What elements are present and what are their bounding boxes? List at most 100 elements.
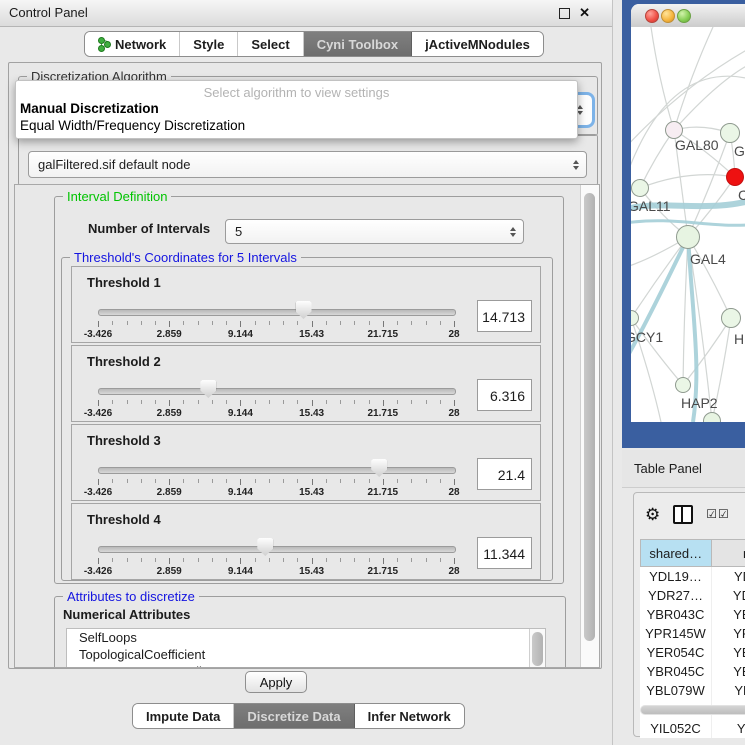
table-row[interactable]: YBR043CYBR0	[641, 605, 745, 624]
network-node-gal11[interactable]	[631, 179, 649, 197]
slider-tick	[183, 321, 184, 325]
apply-button[interactable]: Apply	[245, 671, 307, 693]
threshold-label: Threshold 3	[87, 433, 161, 448]
table-cell[interactable]: YER054C	[641, 643, 712, 662]
table-cell[interactable]: YDR2	[711, 586, 745, 605]
network-node-gal4[interactable]	[676, 225, 700, 249]
table-cell[interactable]: YDR27…	[641, 586, 712, 605]
slider-thumb[interactable]	[257, 538, 273, 556]
tab-impute-data[interactable]: Impute Data	[133, 704, 234, 728]
threshold-value-field[interactable]: 6.316	[477, 379, 532, 411]
table-cell[interactable]: YPR1	[711, 624, 745, 643]
slider-tick	[269, 479, 270, 483]
slider-tick	[340, 558, 341, 562]
attribute-list-item[interactable]: SelfLoops	[67, 629, 545, 646]
table-data-combobox[interactable]: galFiltered.sif default node	[28, 151, 587, 178]
slider-tick	[155, 558, 156, 562]
tab-style[interactable]: Style	[180, 32, 238, 56]
table-data-value: galFiltered.sif default node	[38, 157, 190, 172]
slider-tick-label: 21.715	[368, 408, 399, 419]
columns-icon[interactable]	[673, 505, 693, 524]
num-intervals-combobox[interactable]: 5	[225, 219, 524, 244]
zoom-traffic-light-icon[interactable]	[677, 9, 691, 23]
slider-tick	[269, 321, 270, 325]
table-cell[interactable]: YER0	[711, 643, 745, 662]
tab-select[interactable]: Select	[238, 32, 303, 56]
table-cell[interactable]: YIL052C	[641, 719, 712, 738]
numerical-attributes-list[interactable]: SelfLoopsTopologicalCoefficientBetweenne…	[66, 628, 546, 668]
tab-discretize-data[interactable]: Discretize Data	[234, 704, 354, 728]
table-row[interactable]: YDR27…YDR2	[641, 586, 745, 605]
threshold-value-field[interactable]: 11.344	[477, 537, 532, 569]
slider-thumb[interactable]	[296, 301, 312, 319]
slider-tick-label: 28	[448, 408, 459, 419]
table-row[interactable]: YDL19…YDL1	[641, 567, 745, 587]
slider-tick	[112, 321, 113, 325]
node-label: GAL80	[675, 137, 719, 153]
close-traffic-light-icon[interactable]	[645, 9, 659, 23]
tab-jactivemnodules[interactable]: jActiveMNodules	[412, 32, 543, 56]
table-row[interactable]: YIL052CYIL0	[641, 719, 745, 738]
threshold-slider[interactable]: -3.4262.8599.14415.4321.71528	[98, 534, 454, 580]
tab-infer-network[interactable]: Infer Network	[355, 704, 464, 728]
table-row[interactable]: YBL079WYBL0	[641, 681, 745, 700]
table-row[interactable]: YBR045CYBR0	[641, 662, 745, 681]
slider-tick	[326, 479, 327, 483]
slider-tick	[411, 321, 412, 325]
slider-thumb[interactable]	[371, 459, 387, 477]
table-cell[interactable]: YBR045C	[641, 662, 712, 681]
slider-track[interactable]	[98, 467, 456, 474]
table-cell[interactable]: YBR0	[711, 605, 745, 624]
threshold-value-field[interactable]: 14.713	[477, 300, 532, 332]
table-cell[interactable]: YDL19…	[641, 567, 712, 587]
algorithm-option[interactable]: Manual Discretization	[16, 100, 577, 117]
close-window-icon[interactable]: ✕	[579, 8, 590, 18]
table-cell[interactable]: YBL0	[711, 681, 745, 700]
float-window-icon[interactable]	[559, 8, 570, 19]
slider-track[interactable]	[98, 388, 456, 395]
table-cell[interactable]: YDL1	[711, 567, 745, 587]
minimize-traffic-light-icon[interactable]	[661, 9, 675, 23]
table-cell[interactable]: YBR0	[711, 662, 745, 681]
slider-tick-label: -3.426	[84, 408, 112, 419]
settings-vertical-scrollbar[interactable]	[580, 185, 599, 667]
attributes-list-scrollbar[interactable]	[529, 629, 545, 668]
threshold-slider[interactable]: -3.4262.8599.14415.4321.71528	[98, 297, 454, 343]
threshold-value-field[interactable]: 21.4	[477, 458, 532, 490]
slider-tick-label: 2.859	[157, 408, 182, 419]
table-column-header[interactable]: shared…	[641, 540, 712, 567]
slider-tick	[383, 558, 384, 564]
slider-track[interactable]	[98, 309, 456, 316]
checkbox-icons[interactable]: ☑☑	[706, 507, 730, 521]
network-node-g[interactable]	[720, 123, 740, 143]
table-column-header[interactable]: na	[711, 540, 745, 567]
slider-tick	[326, 400, 327, 404]
slider-tick	[383, 400, 384, 406]
slider-tick	[297, 400, 298, 404]
network-canvas[interactable]: GAL80G.CGAL11GAL4GCY1HHAP2	[631, 27, 745, 422]
network-node-hap2[interactable]	[675, 377, 691, 393]
table-cell[interactable]: YBL079W	[641, 681, 712, 700]
network-node-h[interactable]	[721, 308, 741, 328]
table-cell[interactable]: YBR043C	[641, 605, 712, 624]
threshold-panel-3: Threshold 3 -3.4262.8599.14415.4321.71528…	[71, 424, 541, 501]
tab-label: Style	[193, 37, 224, 52]
attribute-list-item[interactable]: BetweennessCentrality	[67, 663, 545, 668]
table-row[interactable]: YER054CYER0	[641, 643, 745, 662]
slider-tick	[397, 400, 398, 404]
table-cell[interactable]: YPR145W	[641, 624, 712, 643]
network-node-c[interactable]	[726, 168, 744, 186]
slider-thumb[interactable]	[200, 380, 216, 398]
table-row[interactable]: YPR145WYPR1	[641, 624, 745, 643]
tab-cyni-toolbox[interactable]: Cyni Toolbox	[304, 32, 412, 56]
slider-track[interactable]	[98, 546, 456, 553]
attribute-list-item[interactable]: TopologicalCoefficient	[67, 646, 545, 663]
threshold-slider[interactable]: -3.4262.8599.14415.4321.71528	[98, 376, 454, 422]
table-horizontal-scrollbar[interactable]	[640, 705, 745, 715]
algorithm-option[interactable]: Equal Width/Frequency Discretization	[16, 117, 577, 134]
threshold-slider[interactable]: -3.4262.8599.14415.4321.71528	[98, 455, 454, 501]
table-cell[interactable]: YIL0	[711, 719, 745, 738]
tab-network[interactable]: Network	[85, 32, 180, 56]
gear-icon[interactable]: ⚙	[645, 506, 660, 523]
slider-tick	[269, 558, 270, 562]
